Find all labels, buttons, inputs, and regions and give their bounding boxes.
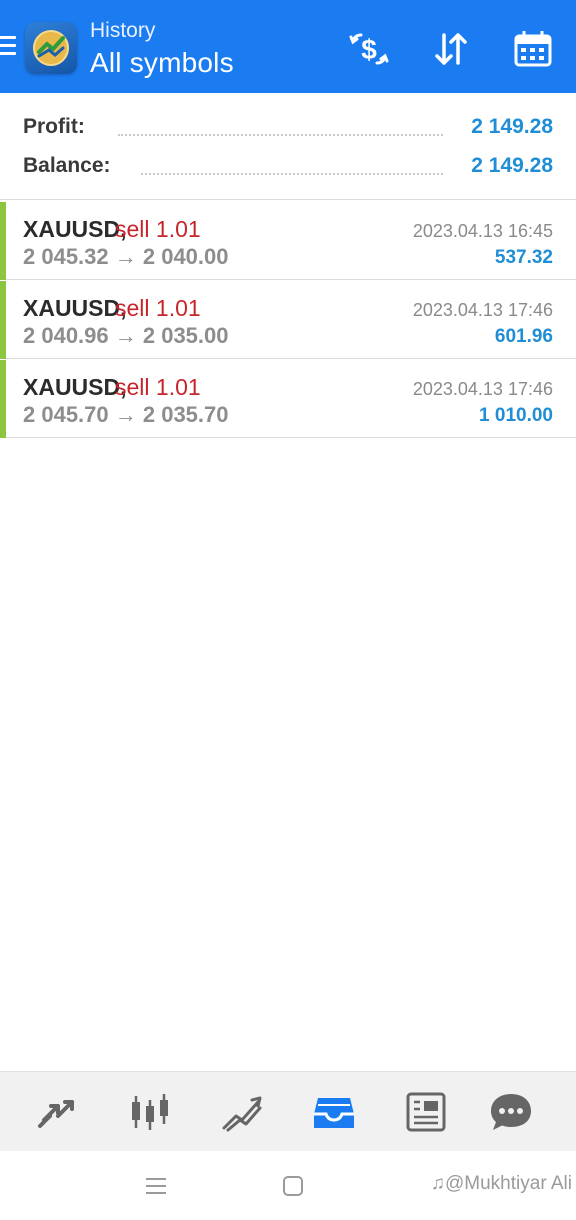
trade-icon[interactable] [218, 1090, 266, 1134]
deal-symbol: XAUUSD, [23, 374, 127, 400]
bottom-nav [0, 1071, 576, 1151]
deal-profit: 601.96 [494, 326, 553, 347]
watermark-text: @Mukhtiyar Ali [445, 1173, 572, 1194]
menu-icon[interactable] [0, 36, 18, 60]
dotted-leader [141, 171, 443, 175]
deal-prices: 2 045.70 → 2 035.70 [23, 402, 229, 427]
recent-apps-icon[interactable] [144, 1175, 168, 1202]
chart-icon[interactable] [126, 1090, 174, 1134]
profit-row: Profit: 2 149.28 [23, 115, 553, 145]
deal-profit: 537.32 [494, 247, 553, 268]
profit-value: 2 149.28 [471, 115, 553, 138]
deal-time: 2023.04.13 17:46 [412, 300, 553, 320]
deal-row[interactable]: XAUUSD, sell 1.01 2 040.96 → 2 035.00 20… [0, 281, 576, 359]
deal-status-bar [0, 202, 6, 280]
deal-profit: 1 010.00 [479, 405, 553, 426]
watermark-logo-icon: ♫ [430, 1173, 445, 1194]
sort-icon[interactable] [429, 27, 473, 71]
watermark: ♫@Mukhtiyar Ali [431, 1173, 572, 1195]
dotted-leader [118, 132, 443, 136]
app-logo [25, 22, 77, 74]
home-icon[interactable] [281, 1174, 305, 1203]
deal-time: 2023.04.13 17:46 [412, 379, 553, 399]
header-title[interactable]: All symbols [90, 47, 234, 79]
deal-prices: 2 040.96 → 2 035.00 [23, 323, 229, 348]
system-nav-bar: ♫@Mukhtiyar Ali [0, 1151, 576, 1220]
deal-row[interactable]: XAUUSD, sell 1.01 2 045.70 → 2 035.70 20… [0, 360, 576, 438]
news-icon[interactable] [402, 1090, 450, 1134]
deal-type: sell 1.01 [115, 374, 201, 400]
deal-type: sell 1.01 [115, 295, 201, 321]
deal-type: sell 1.01 [115, 216, 201, 242]
app-header: History All symbols $ [0, 0, 576, 93]
deal-row[interactable]: XAUUSD, sell 1.01 2 045.32 → 2 040.00 20… [0, 202, 576, 280]
profit-label: Profit: [23, 115, 91, 139]
deal-time: 2023.04.13 16:45 [412, 221, 553, 241]
balance-row: Balance: 2 149.28 [23, 154, 553, 184]
quotes-icon[interactable] [34, 1090, 82, 1134]
history-icon[interactable] [310, 1090, 358, 1134]
deal-prices: 2 045.32 → 2 040.00 [23, 244, 229, 269]
deal-status-bar [0, 360, 6, 438]
deal-symbol: XAUUSD, [23, 295, 127, 321]
chat-icon[interactable] [487, 1090, 535, 1134]
balance-value: 2 149.28 [471, 154, 553, 177]
deal-symbol: XAUUSD, [23, 216, 127, 242]
summary-panel: Profit: 2 149.28 Balance: 2 149.28 [0, 93, 576, 200]
dollar-swap-icon[interactable]: $ [347, 27, 391, 71]
calendar-icon[interactable] [511, 27, 555, 71]
svg-text:$: $ [361, 34, 377, 65]
header-subtitle: History [90, 19, 156, 42]
balance-label: Balance: [23, 154, 117, 178]
deal-status-bar [0, 281, 6, 359]
